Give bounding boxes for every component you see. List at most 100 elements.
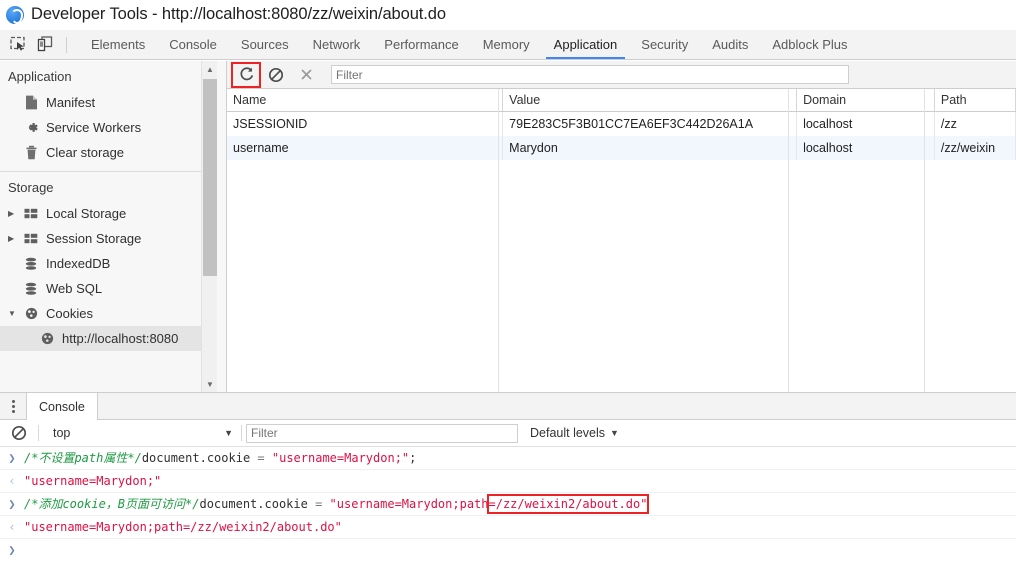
cookies-filter-input[interactable]: [331, 65, 849, 84]
chevron-right-icon[interactable]: ▶: [8, 234, 20, 243]
database-icon: [22, 256, 40, 272]
sidebar-item-label: Cookies: [46, 306, 93, 321]
column-header-path[interactable]: Path: [934, 89, 1016, 112]
sidebar-item-label: Session Storage: [46, 231, 142, 246]
main-tab-bar: Elements Console Sources Network Perform…: [0, 30, 1016, 60]
more-options-icon[interactable]: [0, 393, 26, 419]
manifest-file-icon: [22, 95, 40, 111]
console-input-line: ❯ /*不设置path属性*/document.cookie = "userna…: [0, 447, 1016, 470]
table-row[interactable]: username Marydon localhost /zz/weixin: [227, 135, 1016, 160]
tab-application[interactable]: Application: [542, 30, 630, 59]
cell-path: /zz/weixin: [934, 135, 1016, 160]
sidebar-scrollbar[interactable]: ▲ ▼: [201, 61, 217, 392]
trash-icon: [22, 145, 40, 161]
console-log-levels-selector[interactable]: Default levels ▼: [530, 426, 619, 440]
column-header-name[interactable]: Name: [227, 89, 504, 112]
tab-performance[interactable]: Performance: [372, 30, 470, 59]
console-line-text: /*添加cookie，B页面可访问*/document.cookie = "us…: [24, 494, 650, 514]
sidebar-item-web-sql[interactable]: Web SQL: [0, 276, 226, 301]
sidebar-item-label: Manifest: [46, 95, 96, 110]
tab-adblock-plus[interactable]: Adblock Plus: [760, 30, 859, 59]
code-comment: /*添加cookie，B页面可访问*/: [24, 497, 200, 511]
cell-domain: localhost: [796, 135, 935, 160]
column-header-domain[interactable]: Domain: [796, 89, 935, 112]
sidebar-item-label: Web SQL: [46, 281, 103, 296]
sidebar-item-label: Local Storage: [46, 206, 127, 221]
code-identifier: document.cookie: [141, 451, 251, 465]
devtools-window: Developer Tools - http://localhost:8080/…: [0, 0, 1016, 578]
sidebar-section-application: Application: [8, 69, 72, 84]
code-comment: /*不设置path属性*/: [24, 451, 142, 465]
tab-memory[interactable]: Memory: [471, 30, 542, 59]
clear-console-icon[interactable]: [6, 422, 32, 444]
main-panel: Application Manifest Service Workers Cle…: [0, 61, 1016, 392]
sidebar-item-cookies[interactable]: ▼ Cookies: [0, 301, 226, 326]
tab-security[interactable]: Security: [629, 30, 700, 59]
cookies-toolbar: [227, 61, 1016, 89]
console-output-line: ‹ "username=Marydon;": [0, 470, 1016, 493]
tab-elements[interactable]: Elements: [79, 30, 157, 59]
refresh-icon[interactable]: [231, 61, 261, 88]
console-context-selector[interactable]: top ▼: [49, 424, 237, 443]
console-line-text: /*不设置path属性*/document.cookie = "username…: [24, 450, 416, 466]
scroll-down-arrow-icon[interactable]: ▼: [202, 376, 218, 392]
database-icon: [22, 281, 40, 297]
output-arrow-icon: ‹: [8, 474, 16, 488]
toolbar-divider: [38, 425, 39, 441]
console-drawer: Console top ▼ Default levels ▼: [0, 392, 1016, 578]
console-output[interactable]: ❯ /*不设置path属性*/document.cookie = "userna…: [0, 447, 1016, 578]
cookies-table: Name Value Domain Path JSESSIONID 79E283…: [227, 89, 1016, 160]
chevron-down-icon: ▼: [224, 428, 233, 438]
chevron-down-icon: ▼: [610, 428, 619, 438]
sidebar-item-service-workers[interactable]: Service Workers: [0, 115, 226, 140]
cookies-panel: Name Value Domain Path JSESSIONID 79E283…: [227, 61, 1016, 392]
tab-audits[interactable]: Audits: [700, 30, 760, 59]
code-operator: =: [307, 497, 330, 511]
sidebar-item-session-storage[interactable]: ▶ Session Storage: [0, 226, 226, 251]
chevron-right-icon[interactable]: ▶: [8, 209, 20, 218]
sidebar-item-localhost-8080[interactable]: http://localhost:8080: [0, 326, 226, 351]
tab-network[interactable]: Network: [301, 30, 373, 59]
tab-list: Elements Console Sources Network Perform…: [79, 30, 860, 59]
cell-name: username: [227, 135, 504, 160]
console-prompt-line[interactable]: ❯: [0, 539, 1016, 562]
drawer-tab-bar: Console: [0, 393, 1016, 420]
tab-console[interactable]: Console: [157, 30, 229, 59]
console-context-value: top: [53, 426, 71, 440]
tab-sources[interactable]: Sources: [229, 30, 301, 59]
drawer-tab-console[interactable]: Console: [26, 393, 98, 420]
inspect-element-icon[interactable]: [8, 34, 30, 56]
output-arrow-icon: ‹: [8, 520, 16, 534]
input-arrow-icon: ❯: [8, 497, 16, 511]
code-string: "username=Marydon;path: [329, 497, 489, 511]
sidebar-section-storage: Storage: [8, 180, 54, 195]
sidebar-right-edge: [217, 61, 226, 392]
code-punctuation: ;: [409, 451, 417, 465]
delete-selected-icon[interactable]: [293, 64, 319, 86]
highlighted-path-annotation: =/zz/weixin2/about.do": [486, 494, 650, 514]
cookie-icon: [22, 306, 40, 322]
table-grid-icon: [22, 206, 40, 222]
cell-name: JSESSIONID: [227, 111, 504, 136]
chevron-down-icon[interactable]: ▼: [8, 309, 20, 318]
sidebar-item-label: http://localhost:8080: [62, 331, 179, 346]
device-toolbar-icon[interactable]: [35, 34, 57, 56]
sidebar-item-indexeddb[interactable]: IndexedDB: [0, 251, 226, 276]
sidebar-item-manifest[interactable]: Manifest: [0, 90, 226, 115]
console-levels-label: Default levels: [530, 426, 606, 440]
cell-value: Marydon: [502, 135, 798, 160]
code-operator: =: [250, 451, 272, 465]
toolbar-divider: [241, 425, 242, 441]
sidebar-item-label: IndexedDB: [46, 256, 111, 271]
console-filter-input[interactable]: [246, 423, 518, 443]
clear-all-cookies-icon[interactable]: [263, 64, 289, 86]
table-row[interactable]: JSESSIONID 79E283C5F3B01CC7EA6EF3C442D26…: [227, 111, 1016, 136]
sidebar-item-local-storage[interactable]: ▶ Local Storage: [0, 201, 226, 226]
code-identifier: document.cookie: [199, 497, 308, 511]
scroll-up-arrow-icon[interactable]: ▲: [202, 61, 218, 77]
sidebar-item-label: Service Workers: [46, 120, 142, 135]
cell-value: 79E283C5F3B01CC7EA6EF3C442D26A1A: [502, 111, 798, 136]
scrollbar-thumb[interactable]: [203, 79, 217, 276]
sidebar-item-clear-storage[interactable]: Clear storage: [0, 140, 226, 165]
column-header-value[interactable]: Value: [502, 89, 798, 112]
